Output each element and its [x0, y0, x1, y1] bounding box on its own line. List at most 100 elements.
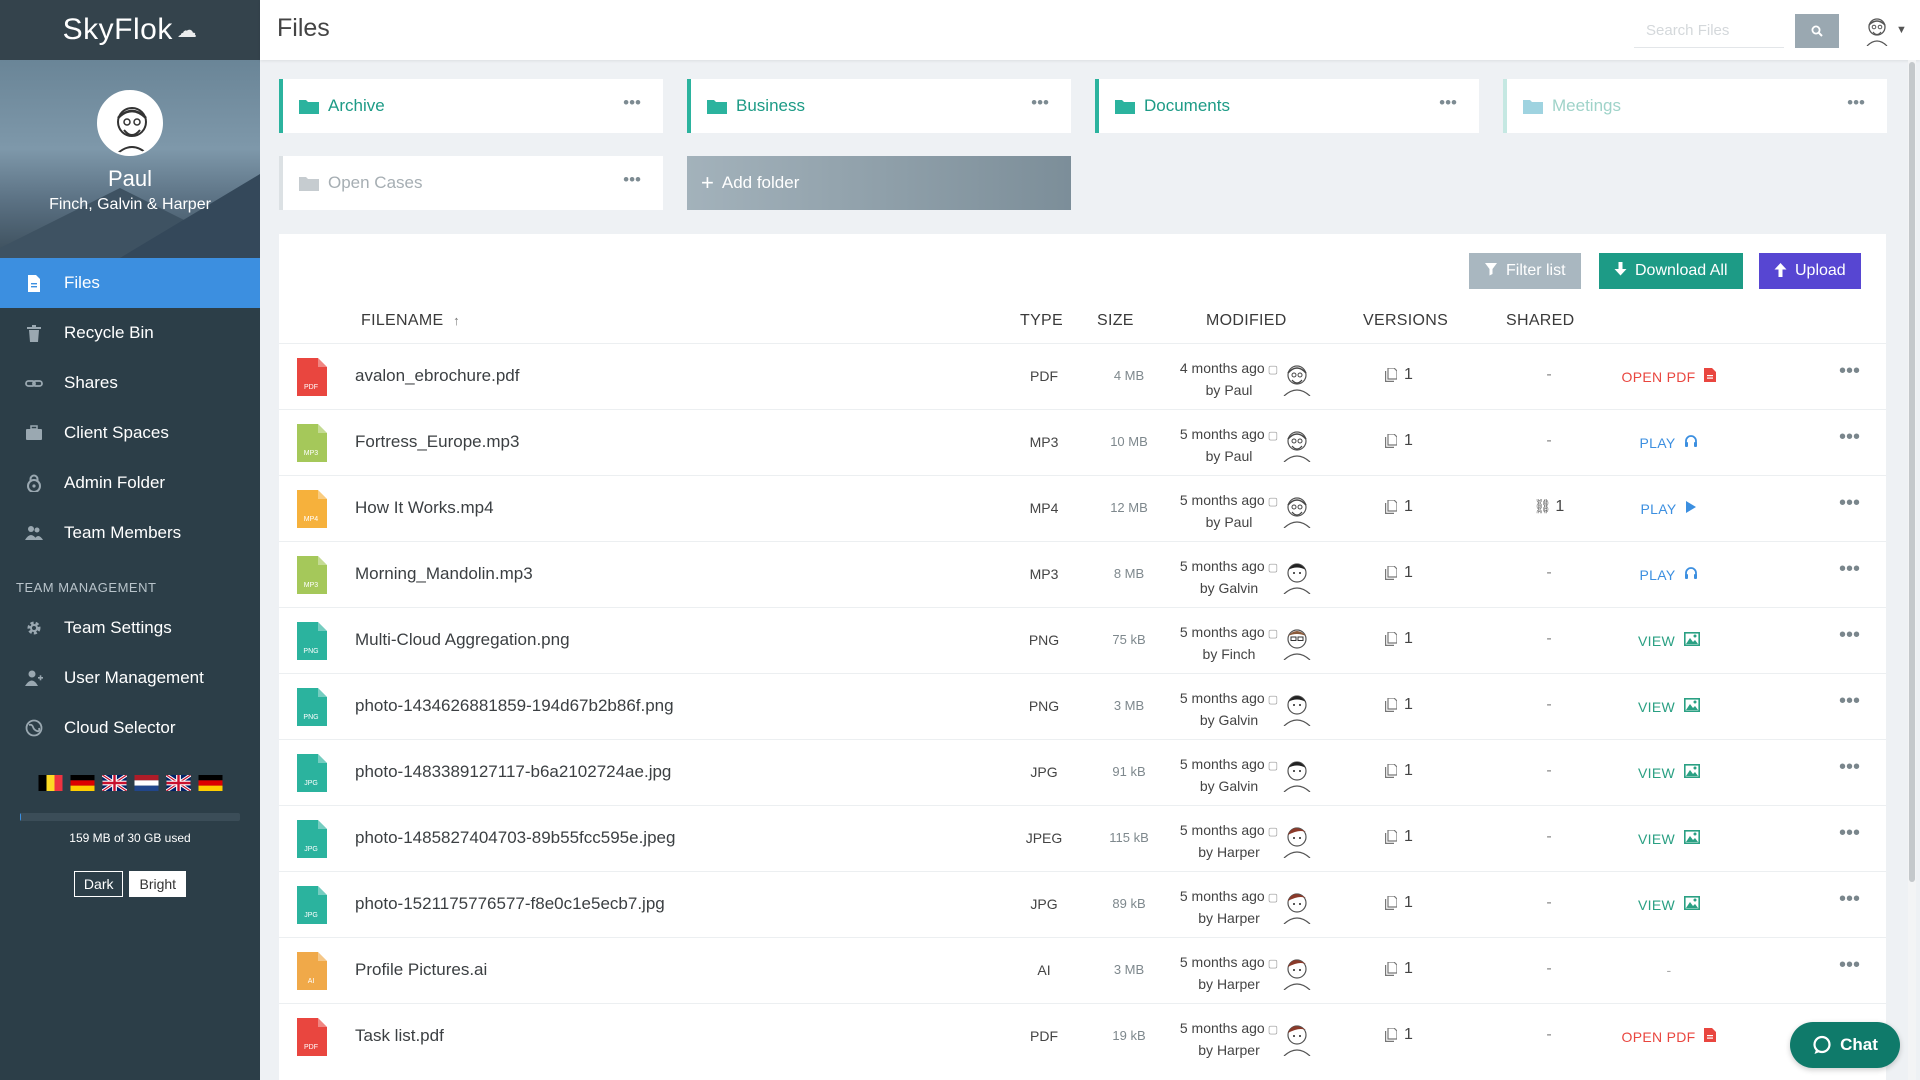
row-more-options-icon[interactable]: ••• — [1839, 426, 1860, 449]
file-action-button[interactable]: OPEN PDF — [1569, 1028, 1769, 1045]
file-name[interactable]: Morning_Mandolin.mp3 — [355, 564, 533, 584]
versions-cell[interactable]: 1 — [1385, 630, 1413, 648]
file-name[interactable]: Multi-Cloud Aggregation.png — [355, 630, 570, 650]
calendar-icon[interactable]: ▢ — [1268, 430, 1278, 442]
sidebar-item-team-settings[interactable]: Team Settings — [0, 603, 260, 653]
calendar-icon[interactable]: ▢ — [1268, 958, 1278, 970]
file-name[interactable]: photo-1521175776577-f8e0c1e5ecb7.jpg — [355, 894, 665, 914]
versions-cell[interactable]: 1 — [1385, 828, 1413, 846]
folder-more-options-icon[interactable]: ••• — [623, 93, 641, 113]
user-menu[interactable]: ▼ — [1862, 14, 1907, 46]
flag-de-icon[interactable] — [198, 775, 223, 791]
filter-list-button[interactable]: Filter list — [1469, 253, 1581, 289]
file-action-button[interactable]: VIEW — [1569, 632, 1769, 649]
row-more-options-icon[interactable]: ••• — [1839, 822, 1860, 845]
sidebar-item-shares[interactable]: Shares — [0, 358, 260, 408]
versions-cell[interactable]: 1 — [1385, 366, 1413, 384]
calendar-icon[interactable]: ▢ — [1268, 364, 1278, 376]
versions-cell[interactable]: 1 — [1385, 498, 1413, 516]
folder-more-options-icon[interactable]: ••• — [1847, 93, 1865, 113]
bright-theme-button[interactable]: Bright — [129, 871, 187, 897]
page-scrollbar[interactable] — [1908, 60, 1916, 1080]
flag-uk-icon[interactable] — [165, 775, 191, 791]
file-action-button[interactable]: VIEW — [1569, 764, 1769, 781]
sidebar-item-recycle-bin[interactable]: Recycle Bin — [0, 308, 260, 358]
sidebar-item-team-members[interactable]: Team Members — [0, 508, 260, 558]
versions-cell[interactable]: 1 — [1385, 762, 1413, 780]
flag-de-icon[interactable] — [70, 775, 95, 791]
file-name[interactable]: avalon_ebrochure.pdf — [355, 366, 519, 386]
versions-cell[interactable]: 1 — [1385, 894, 1413, 912]
search-button[interactable] — [1795, 14, 1839, 48]
upload-button[interactable]: Upload — [1759, 253, 1861, 289]
file-action-button[interactable]: PLAY — [1569, 566, 1769, 583]
calendar-icon[interactable]: ▢ — [1268, 694, 1278, 706]
table-row[interactable]: AI Profile Pictures.ai AI 3 MB 5 months ago ▢… — [279, 937, 1886, 1003]
calendar-icon[interactable]: ▢ — [1268, 892, 1278, 904]
download-all-button[interactable]: Download All — [1599, 253, 1743, 289]
file-name[interactable]: Profile Pictures.ai — [355, 960, 487, 980]
chat-button[interactable]: Chat — [1790, 1022, 1900, 1068]
calendar-icon[interactable]: ▢ — [1268, 1024, 1278, 1036]
column-header-versions[interactable]: VERSIONS — [1363, 312, 1448, 330]
calendar-icon[interactable]: ▢ — [1268, 562, 1278, 574]
sidebar-item-user-management[interactable]: User Management — [0, 653, 260, 703]
row-more-options-icon[interactable]: ••• — [1839, 888, 1860, 911]
search-input[interactable] — [1634, 14, 1784, 48]
calendar-icon[interactable]: ▢ — [1268, 760, 1278, 772]
versions-cell[interactable]: 1 — [1385, 564, 1413, 582]
versions-cell[interactable]: 1 — [1385, 1026, 1413, 1044]
folder-documents[interactable]: Documents ••• — [1095, 79, 1479, 133]
flag-be-icon[interactable] — [38, 775, 63, 791]
row-more-options-icon[interactable]: ••• — [1839, 954, 1860, 977]
sidebar-item-client-spaces[interactable]: Client Spaces — [0, 408, 260, 458]
flag-uk-icon[interactable] — [101, 775, 127, 791]
folder-more-options-icon[interactable]: ••• — [623, 170, 641, 190]
column-header-filename[interactable]: FILENAME ↑ — [361, 312, 460, 330]
sidebar-item-files[interactable]: Files — [0, 258, 260, 308]
table-row[interactable]: PDF Task list.pdf PDF 19 kB 5 months ago ▢ by … — [279, 1003, 1886, 1069]
file-action-button[interactable]: VIEW — [1569, 830, 1769, 847]
table-row[interactable]: PNG photo-1434626881859-194d67b2b86f.png P… — [279, 673, 1886, 739]
file-action-button[interactable]: VIEW — [1569, 698, 1769, 715]
folder-archive[interactable]: Archive ••• — [279, 79, 663, 133]
calendar-icon[interactable]: ▢ — [1268, 496, 1278, 508]
folder-meetings[interactable]: Meetings ••• — [1503, 79, 1887, 133]
file-name[interactable]: How It Works.mp4 — [355, 498, 494, 518]
file-name[interactable]: photo-1434626881859-194d67b2b86f.png — [355, 696, 674, 716]
calendar-icon[interactable]: ▢ — [1268, 826, 1278, 838]
scrollbar-thumb[interactable] — [1909, 62, 1915, 882]
sidebar-item-cloud-selector[interactable]: Cloud Selector — [0, 703, 260, 753]
file-action-button[interactable]: OPEN PDF — [1569, 368, 1769, 385]
add-folder-button[interactable]: + Add folder — [687, 156, 1071, 210]
row-more-options-icon[interactable]: ••• — [1839, 624, 1860, 647]
table-row[interactable]: JPG photo-1485827404703-89b55fcc595e.jpeg… — [279, 805, 1886, 871]
table-row[interactable]: PDF avalon_ebrochure.pdf PDF 4 MB 4 months a… — [279, 343, 1886, 409]
versions-cell[interactable]: 1 — [1385, 432, 1413, 450]
folder-more-options-icon[interactable]: ••• — [1439, 93, 1457, 113]
table-row[interactable]: JPG photo-1483389127117-b6a2102724ae.jpg J… — [279, 739, 1886, 805]
row-more-options-icon[interactable]: ••• — [1839, 756, 1860, 779]
folder-more-options-icon[interactable]: ••• — [1031, 93, 1049, 113]
file-name[interactable]: Fortress_Europe.mp3 — [355, 432, 519, 452]
column-header-shared[interactable]: SHARED — [1506, 312, 1574, 330]
table-row[interactable]: PNG Multi-Cloud Aggregation.png PNG 75 kB 5 … — [279, 607, 1886, 673]
profile-avatar[interactable] — [97, 90, 163, 156]
file-name[interactable]: photo-1483389127117-b6a2102724ae.jpg — [355, 762, 671, 782]
row-more-options-icon[interactable]: ••• — [1839, 360, 1860, 383]
table-row[interactable]: JPG photo-1521175776577-f8e0c1e5ecb7.jpg J… — [279, 871, 1886, 937]
flag-nl-icon[interactable] — [134, 775, 159, 791]
table-row[interactable]: MP4 How It Works.mp4 MP4 12 MB 5 months ago ▢… — [279, 475, 1886, 541]
file-action-button[interactable]: PLAY — [1569, 434, 1769, 451]
row-more-options-icon[interactable]: ••• — [1839, 492, 1860, 515]
column-header-type[interactable]: TYPE — [1020, 312, 1063, 330]
sidebar-item-admin-folder[interactable]: Admin Folder — [0, 458, 260, 508]
row-more-options-icon[interactable]: ••• — [1839, 558, 1860, 581]
calendar-icon[interactable]: ▢ — [1268, 628, 1278, 640]
versions-cell[interactable]: 1 — [1385, 960, 1413, 978]
row-more-options-icon[interactable]: ••• — [1839, 690, 1860, 713]
column-header-size[interactable]: SIZE — [1097, 312, 1134, 330]
versions-cell[interactable]: 1 — [1385, 696, 1413, 714]
column-header-modified[interactable]: MODIFIED — [1206, 312, 1287, 330]
folder-open-cases[interactable]: Open Cases ••• — [279, 156, 663, 210]
